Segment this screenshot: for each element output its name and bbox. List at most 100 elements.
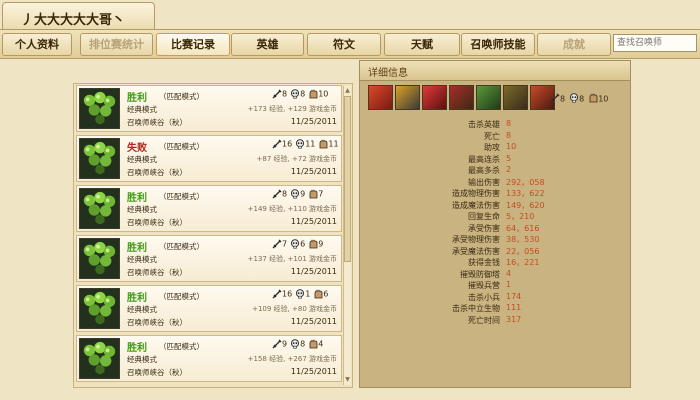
game-mode: 经典模式	[127, 155, 157, 164]
stat-label: 造成物理伤害	[452, 189, 500, 198]
stat-value: 292，058	[506, 177, 545, 187]
stat-value: 5，210	[506, 212, 535, 221]
stat-label: 承受魔法伤害	[452, 246, 500, 256]
stat-label: 承受物理伤害	[452, 235, 500, 244]
champion-portrait	[79, 138, 120, 179]
nav-tab-3[interactable]: 比赛记录	[156, 33, 230, 56]
champion-portrait	[79, 288, 120, 329]
deaths-count: 8	[579, 94, 585, 104]
summoner-name-tab: 丿大大大大大哥丶	[2, 2, 155, 29]
map-name: 召唤师峡谷（秋）	[127, 318, 187, 327]
kills-count: 16	[282, 139, 293, 149]
match-date: 11/25/2011	[290, 317, 337, 326]
stat-label: 死亡时间	[468, 315, 500, 325]
stat-value: 111	[506, 303, 522, 312]
match-detail-panel: 详细信息 8 8 10 击杀英雄 8 死亡 8 助攻 10 最高连杀 5 最高多杀 2 输出伤害 292，…	[359, 60, 631, 388]
deaths-icon	[295, 289, 305, 299]
match-card[interactable]: 失败 （匹配模式） 经典模式 召唤师峡谷（秋） 16 11 11 +87 经验, +72 游戏…	[76, 135, 342, 182]
stat-label: 摧毁防御塔	[460, 269, 500, 279]
search-summoner-input[interactable]	[613, 34, 697, 52]
match-card[interactable]: 胜利 （匹配模式） 经典模式 召唤师峡谷（秋） 16 1 6 +109 经验, +80 游戏金…	[76, 285, 342, 332]
match-card[interactable]: 胜利 （匹配模式） 经典模式 召唤师峡谷（秋） 8 9 7 +149 经验, +110 游戏金…	[76, 185, 342, 232]
reward-text: +149 经验, +110 游戏金币	[247, 205, 337, 213]
match-date: 11/25/2011	[290, 117, 337, 126]
stat-value: 317	[506, 314, 522, 324]
match-card[interactable]: 胜利 （匹配模式） 经典模式 召唤师峡谷（秋） 8 8 10 +173 经验, +129 游戏…	[76, 85, 342, 132]
deaths-count: 11	[305, 139, 316, 149]
nav-tab-1[interactable]: 个人资料	[2, 33, 72, 56]
kills-icon	[272, 239, 282, 249]
nav-bar: 个人资料 排位赛统计 比赛记录 英雄 符文 天赋 召唤师技能 成就	[0, 29, 700, 59]
kills-icon	[272, 339, 282, 349]
kills-icon	[272, 139, 282, 149]
match-date: 11/25/2011	[290, 267, 337, 276]
nav-tab-2: 排位赛统计	[80, 33, 153, 56]
deaths-icon	[290, 339, 300, 349]
queue-type: （匹配模式）	[159, 142, 204, 151]
stat-value: 2	[506, 165, 512, 174]
deaths-count: 8	[300, 339, 306, 349]
kills-icon	[272, 189, 282, 199]
stat-row: 获得金钱 16，221	[360, 257, 630, 268]
assists-count: 4	[318, 339, 324, 349]
assists-count: 7	[318, 189, 324, 199]
game-mode: 经典模式	[127, 255, 157, 264]
assists-icon	[308, 239, 318, 249]
kills-count: 9	[282, 339, 288, 349]
stat-label: 最高多杀	[468, 166, 500, 175]
item-slot-1-icon	[368, 85, 393, 110]
deaths-icon	[569, 93, 579, 105]
queue-type: （匹配模式）	[159, 342, 204, 351]
map-name: 召唤师峡谷（秋）	[127, 368, 187, 377]
stat-row: 承受伤害 64，616	[360, 223, 630, 234]
stat-label: 最高连杀	[468, 154, 500, 164]
scroll-down-arrow-icon[interactable]: ▼	[344, 376, 351, 384]
reward-text: +173 经验, +129 游戏金币	[247, 105, 337, 113]
result-text: 胜利	[127, 93, 147, 104]
deaths-count: 1	[305, 289, 311, 299]
stat-value: 174	[506, 291, 522, 301]
kills-count: 8	[560, 94, 566, 104]
match-card[interactable]: 胜利 （匹配模式） 经典模式 召唤师峡谷（秋） 9 8 4 +158 经验, +267 游戏金…	[76, 335, 342, 382]
item-slot-6-icon	[503, 85, 528, 110]
queue-type: （匹配模式）	[159, 292, 204, 301]
nav-tab-7[interactable]: 召唤师技能	[461, 33, 535, 56]
nav-tab-6[interactable]: 天赋	[384, 33, 460, 56]
stat-row: 击杀英雄 8	[360, 119, 630, 130]
stat-row: 造成魔法伤害 149，620	[360, 200, 630, 211]
stat-row: 击杀中立生物 111	[360, 303, 630, 314]
stat-label: 击杀中立生物	[452, 304, 500, 313]
stat-label: 输出伤害	[468, 177, 500, 187]
assists-icon	[588, 93, 598, 105]
kda-stats: 9 8 4	[269, 339, 323, 349]
reward-text: +137 经验, +101 游戏金币	[247, 255, 337, 263]
match-list-scrollbar[interactable]: ▲ ▼	[343, 86, 351, 385]
stat-value: 64，616	[506, 223, 540, 233]
stat-row: 助攻 10	[360, 142, 630, 153]
scroll-thumb[interactable]	[344, 96, 351, 262]
nav-tab-8: 成就	[537, 33, 611, 56]
scroll-up-arrow-icon[interactable]: ▲	[344, 87, 351, 95]
champion-portrait	[79, 238, 120, 279]
assists-count: 10	[318, 89, 329, 99]
match-card[interactable]: 胜利 （匹配模式） 经典模式 召唤师峡谷（秋） 7 6 9 +137 经验, +101 游戏金…	[76, 235, 342, 282]
nav-tab-5[interactable]: 符文	[307, 33, 381, 56]
detail-kda-stats: 8 8 10	[546, 93, 608, 105]
item-slot-5-icon	[476, 85, 501, 110]
stat-value: 8	[506, 130, 512, 140]
kills-count: 7	[282, 239, 288, 249]
kda-stats: 16 1 6	[269, 289, 328, 299]
reward-text: +87 经验, +72 游戏金币	[256, 155, 337, 163]
stat-row: 最高连杀 5	[360, 154, 630, 165]
deaths-icon	[295, 139, 305, 149]
nav-tab-4[interactable]: 英雄	[231, 33, 304, 56]
stat-row: 回复生命 5，210	[360, 211, 630, 222]
kills-icon	[272, 89, 282, 99]
stat-row: 摧毁兵营 1	[360, 280, 630, 291]
stat-value: 4	[506, 268, 512, 278]
assists-count: 10	[598, 94, 609, 104]
stat-row: 死亡时间 317	[360, 315, 630, 326]
stat-row: 造成物理伤害 133，622	[360, 188, 630, 199]
stat-row: 死亡 8	[360, 131, 630, 142]
stat-value: 149，620	[506, 200, 545, 210]
